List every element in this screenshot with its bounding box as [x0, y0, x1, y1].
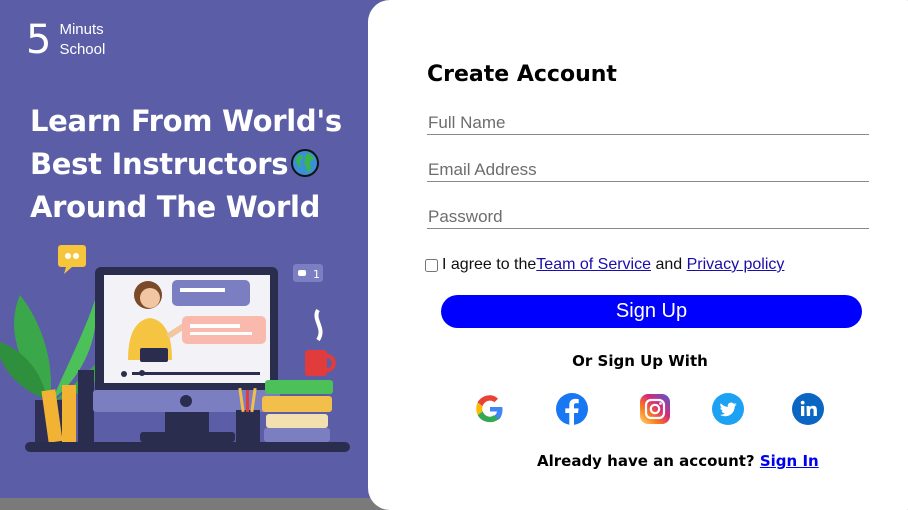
full-name-input[interactable]: [427, 111, 869, 135]
linkedin-icon: [792, 393, 824, 425]
hero-line-1: Learn From World's: [30, 104, 342, 138]
teacher-illustration: 1: [0, 245, 350, 452]
globe-icon: [291, 149, 320, 177]
linkedin-button[interactable]: [791, 392, 825, 426]
twitter-button[interactable]: [711, 392, 745, 426]
already-text: Already have an account?: [537, 452, 755, 470]
hero-line-2-text: Best Instructors: [30, 147, 289, 181]
terms-link[interactable]: Team of Service: [536, 256, 651, 274]
hero-line-2: Best Instructors: [30, 143, 370, 186]
and-text: and: [651, 256, 687, 273]
privacy-link[interactable]: Privacy policy: [687, 256, 785, 274]
email-input[interactable]: [427, 158, 869, 182]
signin-link[interactable]: Sign In: [760, 452, 819, 470]
terms-agreement: I agree to the Team of Service and Privac…: [425, 256, 784, 274]
brand-line-2: School: [59, 41, 106, 58]
agree-text: I agree to the: [442, 256, 537, 273]
instagram-icon: [640, 394, 670, 424]
agree-checkbox[interactable]: [425, 258, 438, 272]
hero-panel: 5 Minuts School Learn From World's Best …: [0, 0, 390, 498]
signup-button[interactable]: Sign Up: [441, 295, 862, 328]
form-title: Create Account: [427, 62, 617, 87]
facebook-button[interactable]: [555, 392, 589, 426]
hero-headline: Learn From World's Best Instructors Arou…: [30, 100, 370, 229]
or-signup-with-text: Or Sign Up With: [572, 352, 708, 370]
or-signup-with: Or Sign Up With: [368, 352, 908, 370]
brand-number: 5: [26, 17, 52, 63]
facebook-icon: [556, 393, 588, 425]
instagram-button[interactable]: [638, 392, 672, 426]
signin-prompt: Already have an account? Sign In: [537, 452, 819, 470]
brand-logo[interactable]: 5 Minuts School: [26, 20, 105, 60]
google-button[interactable]: [473, 392, 507, 426]
twitter-icon: [712, 393, 744, 425]
brand-name: Minuts School: [59, 20, 105, 60]
google-icon: [476, 395, 503, 423]
password-input[interactable]: [427, 205, 869, 229]
brand-line-1: Minuts: [59, 21, 104, 38]
hero-line-3: Around The World: [30, 190, 321, 224]
chat-count: 1: [313, 268, 320, 281]
